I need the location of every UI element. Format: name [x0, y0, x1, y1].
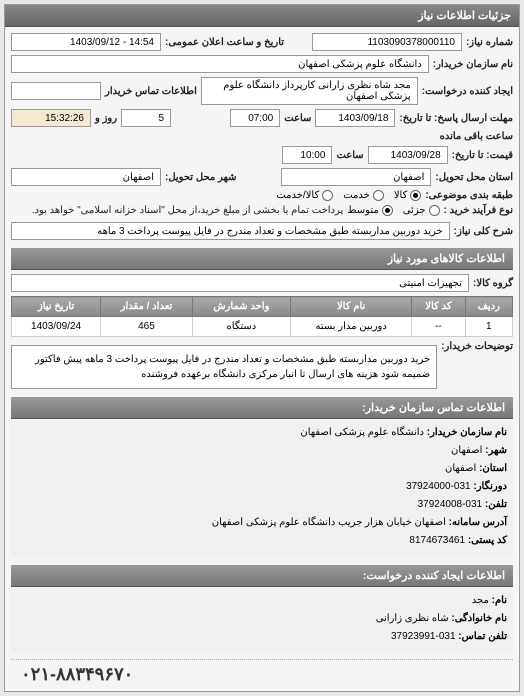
fax-value: 031-37924000	[406, 481, 471, 492]
goods-section-header: اطلاعات کالاهای مورد نیاز	[11, 248, 513, 270]
radio-small-label: جزئی	[403, 205, 426, 216]
time-label-2: ساعت	[336, 150, 363, 161]
td-name: دوربین مدار بسته	[290, 317, 411, 337]
radio-dot-icon	[373, 190, 384, 201]
th-row: ردیف	[465, 297, 512, 317]
state-value: اصفهان	[445, 463, 476, 474]
radio-dot-icon	[382, 205, 393, 216]
need-title-field: خرید دوربین مداربسته طبق مشخصات و تعداد …	[11, 222, 450, 240]
city-label: شهر:	[485, 445, 507, 456]
delivery-city-field: اصفهان	[11, 168, 161, 186]
remaining-time: 15:32:26	[11, 109, 91, 127]
radio-both[interactable]: کالا/خدمت	[276, 190, 333, 201]
panel-title: جزئیات اطلاعات نیاز	[5, 5, 519, 27]
creator-section-header: اطلاعات ایجاد کننده درخواست:	[11, 565, 513, 587]
org-value: دانشگاه علوم پزشکی اصفهان	[300, 427, 424, 438]
quote-until-time: 10:00	[282, 146, 332, 164]
response-deadline-label: مهلت ارسال پاسخ: تا تاریخ:	[399, 113, 513, 124]
footer-phone: ۰۲۱-۸۸۳۴۹۶۷۰	[11, 659, 513, 685]
postal-value: 8174673461	[409, 535, 465, 546]
radio-service-label: خدمت	[343, 190, 370, 201]
creator-phone-label: تلفن تماس:	[458, 631, 507, 642]
radio-medium-label: متوسط	[347, 205, 378, 216]
radio-small[interactable]: جزئی	[403, 205, 440, 216]
address-value: اصفهان خیابان هزار جریب دانشگاه علوم پزش…	[212, 517, 446, 528]
requester-label: ایجاد کننده درخواست:	[422, 86, 513, 97]
creator-family-label: نام خانوادگی:	[451, 613, 507, 624]
buyer-contact-field	[11, 82, 101, 100]
creator-info-block: نام: مجد نام خانوادگی: شاه نظری زارانی ت…	[11, 587, 513, 653]
creator-name-value: مجد	[472, 595, 489, 606]
radio-dot-icon	[410, 190, 421, 201]
time-label-1: ساعت	[284, 113, 311, 124]
fax-label: دورنگار:	[473, 481, 507, 492]
goods-group-label: گروه کالا:	[473, 278, 513, 289]
radio-medium[interactable]: متوسط	[347, 205, 392, 216]
radio-dot-icon	[322, 190, 333, 201]
table-header-row: ردیف کد کالا نام کالا واحد شمارش تعداد /…	[12, 297, 513, 317]
public-date-label: تاریخ و ساعت اعلان عمومی:	[165, 37, 284, 48]
radio-goods-label: کالا	[394, 190, 408, 201]
details-panel: جزئیات اطلاعات نیاز شماره نیاز: 11030903…	[4, 4, 520, 692]
phone-label: تلفن:	[485, 499, 507, 510]
requester-field: مجد شاه نظری زارانی کارپرداز دانشگاه علو…	[201, 77, 418, 105]
category-radio-group: کالا خدمت کالا/خدمت	[276, 190, 421, 201]
state-label: استان:	[479, 463, 507, 474]
category-label: طبقه بندی موضوعی:	[425, 190, 513, 201]
response-deadline-date: 1403/09/18	[315, 109, 395, 127]
need-title-label: شرح کلی نیاز:	[454, 226, 513, 237]
contact-section-header: اطلاعات تماس سازمان خریدار:	[11, 397, 513, 419]
quote-until-label: قیمت: تا تاریخ:	[452, 150, 513, 161]
request-no-field: 1103090378000110	[312, 33, 462, 51]
th-code: کد کالا	[412, 297, 465, 317]
buyer-name-field: دانشگاه علوم پزشکی اصفهان	[11, 55, 429, 73]
postal-label: کد پستی:	[468, 535, 507, 546]
radio-service[interactable]: خدمت	[343, 190, 384, 201]
delivery-state-field: اصفهان	[281, 168, 431, 186]
th-qty: تعداد / مقدار	[101, 297, 193, 317]
request-no-label: شماره نیاز:	[466, 37, 513, 48]
delivery-state-label: استان محل تحویل:	[435, 172, 513, 183]
buyer-name-label: نام سازمان خریدار:	[433, 59, 513, 70]
purchase-type-label: نوع فرآیند خرید :	[444, 205, 513, 216]
td-qty: 465	[101, 317, 193, 337]
th-unit: واحد شمارش	[192, 297, 290, 317]
radio-dot-icon	[429, 205, 440, 216]
purchase-type-radio-group: جزئی متوسط	[347, 205, 439, 216]
buyer-contact-label: اطلاعات تماس خریدار	[105, 86, 197, 97]
public-date-field: 14:54 - 1403/09/12	[11, 33, 161, 51]
td-code: --	[412, 317, 465, 337]
goods-group-field: تجهیزات امنیتی	[11, 274, 469, 292]
th-name: نام کالا	[290, 297, 411, 317]
description-label: توضیحات خریدار:	[441, 341, 513, 352]
remaining-label: ساعت باقی مانده	[440, 131, 513, 142]
td-date: 1403/09/24	[12, 317, 101, 337]
org-label: نام سازمان خریدار:	[427, 427, 507, 438]
response-deadline-time: 07:00	[230, 109, 280, 127]
creator-name-label: نام:	[492, 595, 507, 606]
delivery-city-label: شهر محل تحویل:	[165, 172, 237, 183]
td-row: 1	[465, 317, 512, 337]
goods-table: ردیف کد کالا نام کالا واحد شمارش تعداد /…	[11, 296, 513, 337]
address-label: آدرس سامانه:	[449, 517, 507, 528]
main-content: شماره نیاز: 1103090378000110 تاریخ و ساع…	[5, 27, 519, 691]
quote-until-date: 1403/09/28	[368, 146, 448, 164]
creator-phone-value: 031-37923991	[391, 631, 456, 642]
description-box: خرید دوربین مداربسته طبق مشخصات و تعداد …	[11, 345, 437, 389]
phone-value: 031-37924008	[418, 499, 483, 510]
city-value: اصفهان	[451, 445, 482, 456]
purchase-note: پرداخت تمام یا بخشی از مبلغ خرید،از محل …	[32, 205, 344, 216]
radio-goods[interactable]: کالا	[394, 190, 422, 201]
table-row: 1 -- دوربین مدار بسته دستگاه 465 1403/09…	[12, 317, 513, 337]
th-date: تاریخ نیاز	[12, 297, 101, 317]
days-value: 5	[121, 109, 171, 127]
days-label: روز و	[95, 113, 117, 124]
contact-info-block: نام سازمان خریدار: دانشگاه علوم پزشکی اص…	[11, 419, 513, 557]
creator-family-value: شاه نظری زارانی	[376, 613, 449, 624]
radio-both-label: کالا/خدمت	[276, 190, 319, 201]
td-unit: دستگاه	[192, 317, 290, 337]
